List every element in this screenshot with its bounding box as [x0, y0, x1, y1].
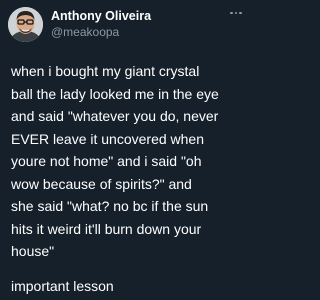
tweet-text-line: wow because of spirits?" and — [11, 175, 192, 192]
author-handle[interactable]: @meakoopa — [51, 25, 119, 39]
tweet-text-line: EVER leave it uncovered when — [11, 130, 204, 147]
tweet-text: when i bought my giant crystal ball the … — [11, 60, 253, 297]
avatar[interactable] — [8, 7, 43, 42]
tweet-text-line: and said "whatever you do, never — [11, 108, 219, 124]
tweet-card: Anthony Oliveira @meakoopa when i bought… — [0, 0, 255, 300]
tweet-text-line: when i bought my giant crystal — [11, 63, 200, 79]
ellipsis-icon[interactable] — [226, 6, 246, 20]
tweet-text-line: ball the lady looked me in the eye — [11, 85, 219, 102]
tweet-closing-line: important lesson — [11, 277, 114, 294]
tweet-text-line: she said "what? no bc if the sun — [11, 198, 209, 214]
tweet-text-line: hits it weird it'll burn down your — [11, 220, 202, 237]
author-display-name[interactable]: Anthony Oliveira — [51, 9, 151, 23]
tweet-text-line: youre not home" and i said "oh — [11, 153, 202, 169]
user-avatar-icon — [8, 7, 43, 42]
tweet-text-line: house" — [11, 243, 55, 259]
